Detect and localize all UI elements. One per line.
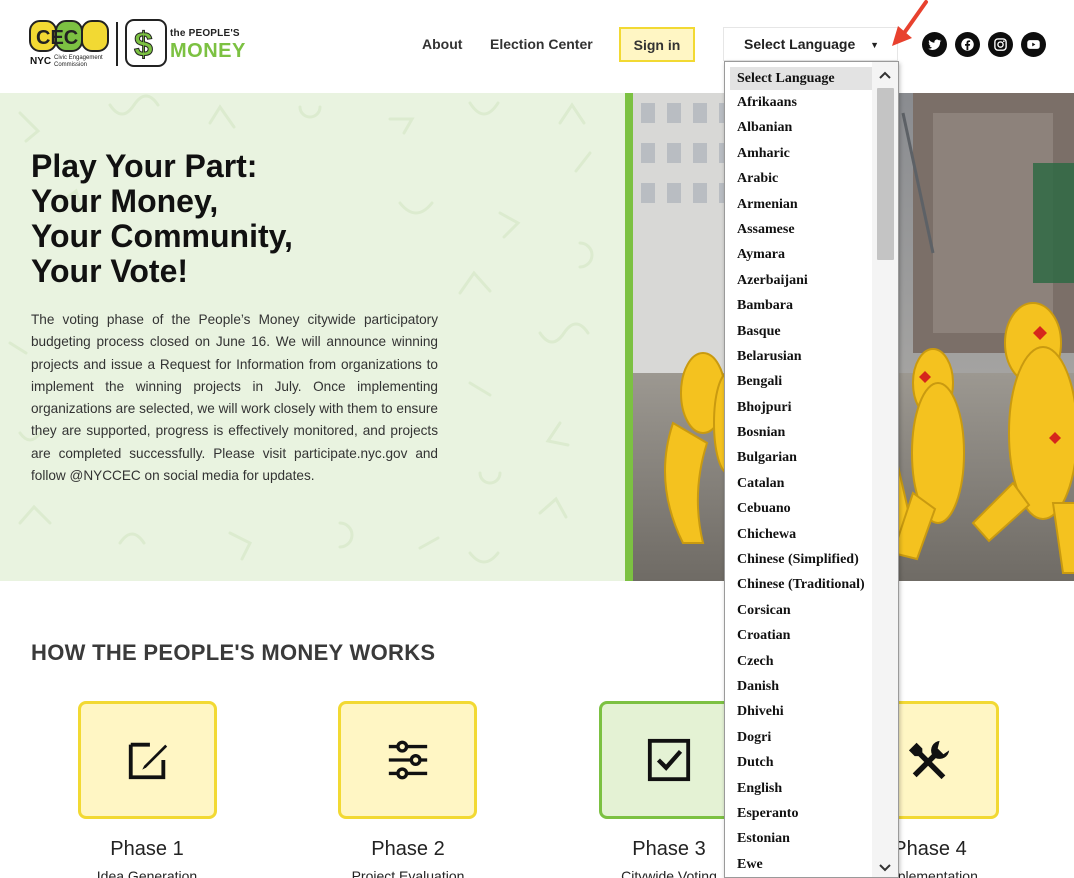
hero-title: Play Your Part: Your Money, Your Communi… <box>31 149 431 289</box>
dropdown-scrollbar[interactable] <box>872 62 898 877</box>
phase-2-label: Phase 2 <box>371 838 445 860</box>
language-option[interactable]: Amharic <box>725 141 873 166</box>
language-option[interactable]: Danish <box>725 674 873 699</box>
phase-3-card[interactable] <box>599 701 738 819</box>
language-option[interactable]: Esperanto <box>725 801 873 826</box>
language-option[interactable]: Chichewa <box>725 522 873 547</box>
language-option[interactable]: Estonian <box>725 826 873 851</box>
hero-accent-bar <box>625 93 633 581</box>
language-option[interactable]: Dogri <box>725 725 873 750</box>
language-select[interactable]: Select Language ▼ <box>723 27 898 61</box>
sign-in-button[interactable]: Sign in <box>619 27 695 62</box>
language-option[interactable]: Chinese (Traditional) <box>725 572 873 597</box>
language-option[interactable]: Chinese (Simplified) <box>725 547 873 572</box>
language-options: Select Language Afrikaans Albanian Amharic A… <box>725 62 873 877</box>
language-option[interactable]: Bosnian <box>725 420 873 445</box>
language-option-selected[interactable]: Select Language <box>730 67 872 90</box>
hero-body-text: The voting phase of the People’s Money c… <box>31 312 438 484</box>
svg-text:$: $ <box>134 26 153 64</box>
logo-divider <box>116 22 118 66</box>
logo-tagline: the PEOPLE'S <box>170 28 240 39</box>
how-it-works-title: HOW THE PEOPLE'S MONEY WORKS <box>31 640 436 665</box>
language-option[interactable]: Belarusian <box>725 344 873 369</box>
nav-about-link[interactable]: About <box>422 36 462 52</box>
hero-section: Play Your Part: Your Money, Your Communi… <box>0 93 1074 581</box>
language-option[interactable]: Bengali <box>725 369 873 394</box>
phase-2-subtitle: Project Evaluation <box>351 868 465 878</box>
language-option[interactable]: Bhojpuri <box>725 395 873 420</box>
edit-icon <box>128 742 167 780</box>
language-option[interactable]: Corsican <box>725 598 873 623</box>
language-option[interactable]: Assamese <box>725 217 873 242</box>
chevron-down-icon: ▼ <box>870 40 879 50</box>
annotation-arrow-icon <box>892 0 928 46</box>
language-option[interactable]: Dutch <box>725 750 873 775</box>
instagram-icon[interactable] <box>988 32 1013 57</box>
sliders-icon <box>388 740 427 780</box>
tools-icon <box>908 740 949 780</box>
language-option[interactable]: Afrikaans <box>725 90 873 115</box>
cec-mark-text: CEC <box>36 27 78 49</box>
phase-1-label: Phase 1 <box>110 838 184 860</box>
scroll-down-arrow-icon[interactable] <box>872 857 898 877</box>
language-option[interactable]: Catalan <box>725 471 873 496</box>
language-dropdown-list[interactable]: Select Language Afrikaans Albanian Amharic A… <box>724 61 899 878</box>
language-option[interactable]: English <box>725 776 873 801</box>
language-option[interactable]: Arabic <box>725 166 873 191</box>
language-option[interactable]: Cebuano <box>725 496 873 521</box>
nav-election-center-link[interactable]: Election Center <box>490 36 593 52</box>
peoples-money-logo[interactable]: $ the PEOPLE'S MONEY <box>122 18 245 70</box>
language-option[interactable]: Basque <box>725 319 873 344</box>
language-option[interactable]: Armenian <box>725 192 873 217</box>
youtube-icon[interactable] <box>1021 32 1046 57</box>
language-option[interactable]: Aymara <box>725 242 873 267</box>
language-option[interactable]: Bulgarian <box>725 445 873 470</box>
scroll-up-arrow-icon[interactable] <box>872 64 898 86</box>
language-option[interactable]: Croatian <box>725 623 873 648</box>
hero-text-panel: Play Your Part: Your Money, Your Communi… <box>0 93 625 581</box>
phase-2-card[interactable] <box>338 701 477 819</box>
language-option[interactable]: Czech <box>725 649 873 674</box>
hero-title-line: Play Your Part: <box>31 148 258 184</box>
hero-title-line: Your Community, <box>31 218 293 254</box>
cec-logo[interactable]: CEC NYC Civic Engagement Commission <box>28 18 112 68</box>
language-option[interactable]: Ewe <box>725 852 873 877</box>
language-select-value: Select Language <box>744 36 856 52</box>
language-option[interactable]: Azerbaijani <box>725 268 873 293</box>
logo-wordmark: MONEY <box>170 40 246 62</box>
hero-title-line: Your Vote! <box>31 253 189 289</box>
phase-1-subtitle: Idea Generation <box>96 868 198 878</box>
cec-line2-text: Commission <box>54 62 87 68</box>
checkbox-icon <box>647 738 690 782</box>
hero-title-line: Your Money, <box>31 183 219 219</box>
language-option[interactable]: Bambara <box>725 293 873 318</box>
scrollbar-thumb[interactable] <box>877 88 894 260</box>
language-option[interactable]: Albanian <box>725 115 873 140</box>
phase-1-card[interactable] <box>78 701 217 819</box>
site-header: CEC NYC Civic Engagement Commission $ th… <box>0 0 1074 92</box>
language-option[interactable]: Dhivehi <box>725 699 873 724</box>
cec-city-text: NYC <box>30 56 51 67</box>
facebook-icon[interactable] <box>955 32 980 57</box>
cec-line1-text: Civic Engagement <box>54 55 103 61</box>
